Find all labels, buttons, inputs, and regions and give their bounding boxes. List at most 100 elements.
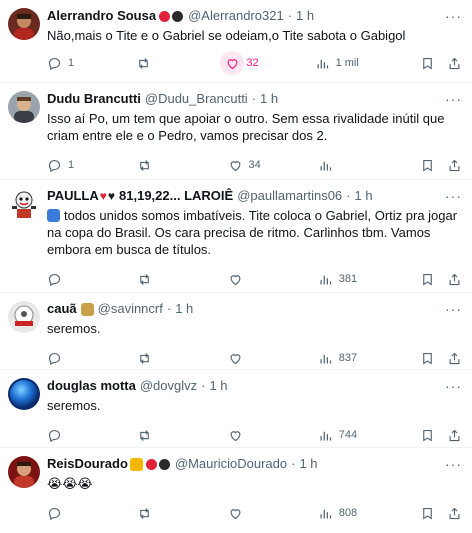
bookmark-icon[interactable] xyxy=(420,272,435,287)
bookmark-icon[interactable] xyxy=(420,506,435,521)
tweet[interactable]: ReisDourado @MauricioDourado · 1 h ··· 😭… xyxy=(0,448,472,533)
timestamp[interactable]: 1 h xyxy=(299,456,317,472)
author-handle[interactable]: @dovglvz xyxy=(140,378,197,394)
views-button[interactable]: 837 xyxy=(318,351,358,366)
more-icon[interactable]: ··· xyxy=(445,91,462,107)
views-button[interactable] xyxy=(318,158,358,173)
retweet-icon xyxy=(140,352,150,364)
like-button[interactable] xyxy=(228,351,268,366)
like-icon xyxy=(230,274,240,285)
separator-dot: · xyxy=(166,301,172,316)
tweet-text: 😭😭😭 xyxy=(47,476,93,491)
tweet[interactable]: PAULLA ♥ ♥ 81,19,22... LAROIÊ @paullamar… xyxy=(0,180,472,293)
reply-button[interactable]: 1 xyxy=(47,56,87,71)
share-icon[interactable] xyxy=(447,351,462,366)
timestamp[interactable]: 1 h xyxy=(209,378,227,394)
author-name-suffix[interactable]: 81,19,22... LAROIÊ xyxy=(119,188,233,204)
more-icon[interactable]: ··· xyxy=(445,378,462,394)
views-icon xyxy=(317,59,328,68)
author-handle[interactable]: @Dudu_Brancutti xyxy=(145,91,248,107)
timestamp[interactable]: 1 h xyxy=(355,188,373,204)
reply-feed: Alerrandro Sousa @Alerrandro321 · 1 h ··… xyxy=(0,0,472,533)
avatar[interactable] xyxy=(8,378,40,410)
views-count: 744 xyxy=(338,429,358,441)
reply-button[interactable]: 1 xyxy=(47,158,87,173)
like-button[interactable] xyxy=(228,506,268,521)
share-icon[interactable] xyxy=(447,272,462,287)
views-button[interactable]: 1 mil xyxy=(315,56,359,71)
tweet[interactable]: Dudu Brancutti @Dudu_Brancutti · 1 h ···… xyxy=(0,83,472,180)
avatar[interactable] xyxy=(8,8,40,40)
action-bar: 808 xyxy=(47,498,462,528)
author-name[interactable]: cauã xyxy=(47,301,77,317)
views-button[interactable]: 744 xyxy=(318,428,358,443)
separator-dot: · xyxy=(346,188,351,203)
reply-button[interactable] xyxy=(47,272,87,287)
retweet-button[interactable] xyxy=(136,56,176,71)
separator-dot: · xyxy=(251,91,257,106)
author-handle[interactable]: @savinncrf xyxy=(98,301,163,317)
tweet[interactable]: douglas motta @dovglvz · 1 h ··· seremos… xyxy=(0,370,472,448)
name-badges xyxy=(158,10,184,22)
tweet-text: seremos. xyxy=(47,398,101,413)
share-icon[interactable] xyxy=(447,506,462,521)
like-count: 34 xyxy=(248,159,261,171)
bookmark-icon[interactable] xyxy=(420,56,435,71)
bookmark-icon[interactable] xyxy=(420,351,435,366)
share-icon[interactable] xyxy=(447,56,462,71)
share-icon[interactable] xyxy=(447,158,462,173)
more-icon[interactable]: ··· xyxy=(445,301,462,317)
views-button[interactable]: 381 xyxy=(318,272,358,287)
retweet-button[interactable] xyxy=(137,428,177,443)
bookmark-icon[interactable] xyxy=(420,158,435,173)
avatar[interactable] xyxy=(8,188,40,220)
retweet-button[interactable] xyxy=(137,351,177,366)
avatar[interactable] xyxy=(8,456,40,488)
timestamp[interactable]: 1 h xyxy=(260,91,278,107)
separator-dot: · xyxy=(291,456,296,471)
action-bar: 1 32 1 mil xyxy=(47,48,462,78)
like-button[interactable] xyxy=(228,272,268,287)
action-bar: 744 xyxy=(47,420,462,450)
author-name[interactable]: PAULLA xyxy=(47,188,99,204)
author-name[interactable]: douglas motta xyxy=(47,378,136,394)
retweet-icon xyxy=(140,429,150,441)
more-icon[interactable]: ··· xyxy=(445,456,462,472)
like-icon xyxy=(230,353,240,364)
like-icon xyxy=(230,430,240,441)
reply-button[interactable] xyxy=(47,351,87,366)
more-icon[interactable]: ··· xyxy=(445,188,462,204)
author-handle[interactable]: @paullamartins06 xyxy=(237,188,342,204)
like-button[interactable]: 34 xyxy=(228,158,268,173)
share-icon[interactable] xyxy=(447,428,462,443)
avatar[interactable] xyxy=(8,301,40,333)
views-icon xyxy=(320,431,331,440)
views-icon xyxy=(320,509,331,518)
timestamp[interactable]: 1 h xyxy=(296,8,314,24)
author-name[interactable]: Alerrandro Sousa xyxy=(47,8,156,24)
author-name[interactable]: Dudu Brancutti xyxy=(47,91,141,107)
tweet[interactable]: Alerrandro Sousa @Alerrandro321 · 1 h ··… xyxy=(0,0,472,83)
author-handle[interactable]: @Alerrandro321 xyxy=(188,8,284,24)
views-button[interactable]: 808 xyxy=(318,506,358,521)
bookmark-icon[interactable] xyxy=(420,428,435,443)
tweet-text: Não,mais o Tite e o Gabriel se odeiam,o … xyxy=(47,28,406,43)
views-count: 1 mil xyxy=(335,57,359,69)
tweet[interactable]: cauã @savinncrf · 1 h ··· seremos. 837 xyxy=(0,293,472,370)
author-handle[interactable]: @MauricioDourado xyxy=(175,456,287,472)
avatar[interactable] xyxy=(8,91,40,123)
reply-button[interactable] xyxy=(47,428,87,443)
like-button[interactable]: 32 xyxy=(220,51,265,75)
reply-button[interactable] xyxy=(47,506,87,521)
more-icon[interactable]: ··· xyxy=(445,8,462,24)
action-bar: 381 xyxy=(47,264,462,294)
views-icon xyxy=(320,275,331,284)
retweet-icon xyxy=(140,159,150,171)
retweet-button[interactable] xyxy=(137,158,177,173)
author-name[interactable]: ReisDourado xyxy=(47,456,128,472)
like-button[interactable] xyxy=(228,428,268,443)
retweet-button[interactable] xyxy=(137,272,177,287)
retweet-button[interactable] xyxy=(137,506,177,521)
views-count: 837 xyxy=(338,352,358,364)
timestamp[interactable]: 1 h xyxy=(175,301,193,317)
